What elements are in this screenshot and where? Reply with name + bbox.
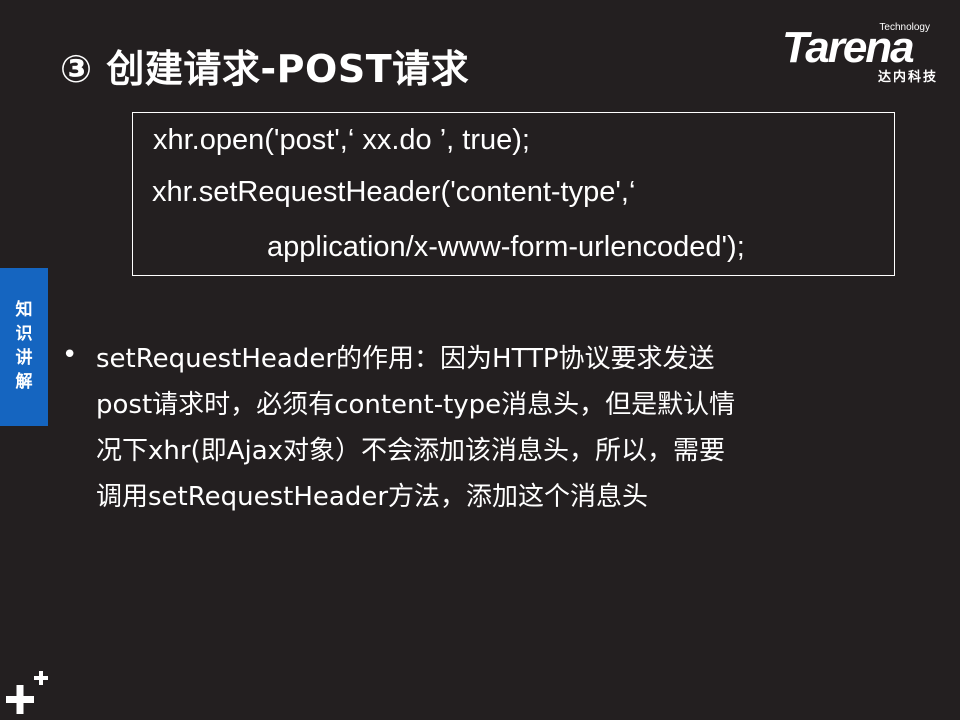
code-box: xhr.open('post',‘ xx.do ’, true); xhr.se…	[132, 112, 895, 276]
tarena-logo: Technology Tarena 达内科技	[780, 20, 950, 85]
plus-decoration-icon	[6, 671, 48, 714]
side-tab-label: 知识讲解	[15, 300, 33, 392]
body-line: 况下xhr(即Ajax对象）不会添加该消息头，所以，需要	[96, 436, 726, 466]
slide-title: ③ 创建请求-POST请求	[60, 47, 470, 91]
logo-cn-text: 达内科技	[877, 70, 938, 85]
body-line: post请求时，必须有content-type消息头，但是默认情	[96, 390, 736, 420]
side-tab: 知识讲解	[0, 268, 48, 426]
body-line: 调用setRequestHeader方法，添加这个消息头	[96, 482, 649, 512]
code-line-open: xhr.open('post',‘ xx.do ’, true);	[153, 124, 530, 156]
code-line-set-header: xhr.setRequestHeader('content-type',‘	[152, 176, 636, 208]
body-line: setRequestHeader的作用：因为HTTP协议要求发送	[96, 344, 715, 374]
body-paragraph: setRequestHeader的作用：因为HTTP协议要求发送 post请求时…	[96, 336, 886, 520]
bullet-point: •	[62, 340, 78, 370]
logo-brand-text: Tarena	[782, 23, 915, 72]
code-line-content-type: application/x-www-form-urlencoded');	[267, 231, 745, 263]
